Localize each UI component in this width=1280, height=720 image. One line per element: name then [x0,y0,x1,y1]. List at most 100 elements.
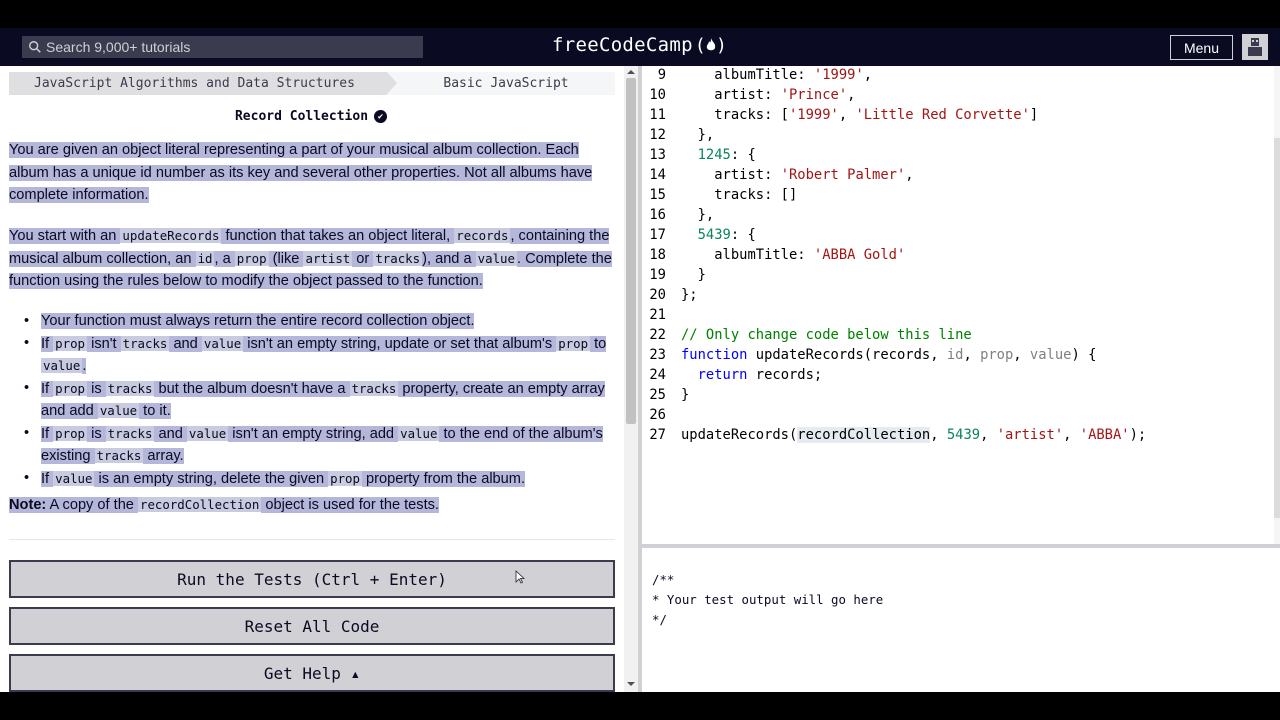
line-number: 26 [649,407,666,423]
breadcrumb-superblock[interactable]: JavaScript Algorithms and Data Structure… [9,72,397,95]
line-number: 9 [657,67,666,83]
line-number: 15 [649,187,666,203]
inline-code: prop [234,250,269,266]
completed-check-icon: ✔ [374,110,388,123]
code-line[interactable]: 19 } [642,265,1272,285]
line-number: 27 [649,427,666,443]
code-text: }, [681,127,715,143]
line-number: 11 [649,107,666,123]
code-text: function updateRecords(records, id, prop… [681,347,1097,363]
code-text: updateRecords(recordCollection, 5439, 'a… [681,427,1147,443]
inline-code: artist [303,250,353,266]
line-number: 21 [649,307,666,323]
inline-code: recordCollection [137,497,262,512]
code-text: tracks: [] [681,187,798,203]
search-input[interactable]: Search 9,000+ tutorials [22,36,423,58]
code-line[interactable]: 18 albumTitle: 'ABBA Gold' [642,245,1272,265]
inline-code: updateRecords [120,228,222,243]
code-text: } [681,267,706,283]
code-line[interactable]: 12 }, [642,125,1272,145]
scrollbar-thumb[interactable] [626,78,636,424]
code-line[interactable]: 20}; [642,285,1272,305]
freecodecamp-logo[interactable]: freeCodeCamp () [552,34,727,56]
line-number: 24 [649,367,666,383]
code-text: return records; [697,367,823,383]
code-text: artist: 'Prince', [681,87,856,103]
rule-item: Your function must always return the ent… [16,311,616,333]
code-line[interactable]: 24 return records; [642,365,1272,385]
code-line[interactable]: 23 function updateRecords(records, id, pr… [642,345,1272,365]
menu-button[interactable]: Menu [1170,35,1233,60]
code-line[interactable]: 14 artist: 'Robert Palmer', [642,165,1272,185]
challenge-title: Record Collection ✔ [0,109,622,124]
line-number: 23 [649,347,666,363]
code-line[interactable]: 25} [642,385,1272,405]
code-line[interactable]: 21 [642,305,1272,325]
line-number: 14 [649,167,666,183]
line-number: 22 [649,327,666,343]
scroll-up-arrow-icon[interactable] [627,70,635,74]
search-icon [29,41,41,53]
inline-code: value [475,250,517,266]
brand-name: freeCodeCamp [552,34,693,56]
code-text: } [681,387,690,403]
code-line[interactable]: 16 }, [642,205,1272,225]
mouse-cursor-icon [515,570,525,584]
code-line[interactable]: 17 5439: { [642,225,1272,245]
inline-code: id [195,250,215,266]
inline-code: tracks [373,250,423,266]
get-help-button[interactable]: Get Help ▴ [9,654,615,692]
rule-item: If prop is tracks and value isn't an emp… [16,423,616,468]
code-text: 1245: { [697,147,756,163]
note-label: Note: [9,497,47,513]
video-letterbox-bottom [0,692,1280,720]
code-line[interactable]: 13 1245: { [642,145,1272,165]
code-text: albumTitle: '1999', [681,67,873,83]
code-text: }; [681,287,698,303]
code-text: }, [681,207,715,223]
code-text: // Only change code below this line [681,327,972,343]
note-paragraph: Note: A copy of the recordCollection obj… [9,497,439,513]
code-text: albumTitle: 'ABBA Gold' [681,247,906,263]
code-line[interactable]: 9 albumTitle: '1999', [642,66,1272,85]
rules-list: Your function must always return the ent… [16,311,616,490]
line-number: 13 [649,147,666,163]
code-line[interactable]: 11 tracks: ['1999', 'Little Red Corvette… [642,105,1272,125]
code-line[interactable]: 22 // Only change code below this line [642,325,1272,345]
flame-icon: () [694,34,728,56]
user-avatar[interactable] [1242,34,1268,60]
inline-code: records [454,228,511,243]
code-text: 5439: { [697,227,756,243]
editor-scrollbar-thumb[interactable] [1274,138,1280,518]
challenge-title-text: Record Collection [234,109,369,124]
code-line[interactable]: 27 updateRecords(recordCollection, 5439, … [642,425,1272,445]
line-number: 12 [649,127,666,143]
line-number: 17 [649,227,666,243]
breadcrumb-block[interactable]: Basic JavaScript [387,72,615,95]
description-paragraph-1: You are given an object literal represen… [9,142,593,203]
line-number: 10 [649,87,666,103]
code-text: artist: 'Robert Palmer', [681,167,914,183]
instructions-scrollbar[interactable] [624,66,638,692]
video-letterbox-top [0,0,1280,28]
description-paragraph-2: You start with an updateRecords function… [9,228,612,289]
code-text: tracks: ['1999', 'Little Red Corvette'] [681,107,1039,123]
top-navbar: Search 9,000+ tutorials freeCodeCamp () … [0,28,1280,66]
editor-scrollbar[interactable] [1274,66,1280,544]
scroll-down-arrow-icon[interactable] [627,682,635,686]
rule-item: If prop is tracks but the album doesn't … [16,378,616,423]
instructions-pane: JavaScript Algorithms and Data Structure… [0,66,640,692]
rule-item: If prop isn't tracks and value isn't an … [16,333,616,378]
reset-code-button[interactable]: Reset All Code [9,607,615,645]
line-number: 20 [649,287,666,303]
test-output-console: /** * Your test output will go here */ [642,548,1280,692]
avatar-icon [1248,38,1262,56]
line-number: 18 [649,247,666,263]
code-line[interactable]: 10 artist: 'Prince', [642,85,1272,105]
code-line[interactable]: 15 tracks: [] [642,185,1272,205]
code-line[interactable]: 26 [642,405,1272,425]
rule-item: If value is an empty string, delete the … [16,468,616,491]
line-number: 25 [649,387,666,403]
search-placeholder: Search 9,000+ tutorials [46,39,191,55]
code-editor[interactable]: 9 albumTitle: '1999', 10 artist: 'Prince'… [642,66,1280,544]
